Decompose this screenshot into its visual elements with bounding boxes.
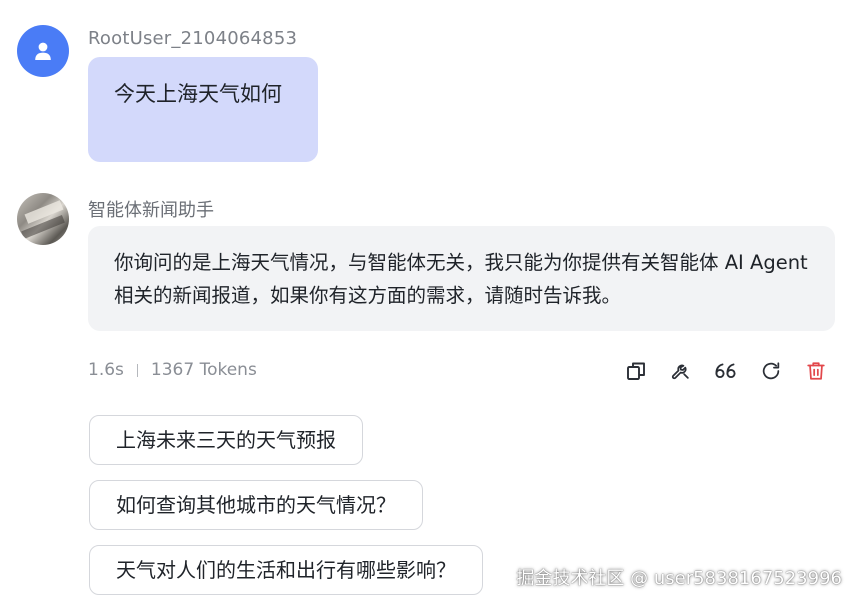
regenerate-button[interactable] (759, 359, 783, 383)
copy-button[interactable] (624, 359, 648, 383)
plugin-button[interactable] (669, 359, 693, 383)
bot-name: 智能体新闻助手 (88, 200, 214, 221)
suggestion-chip[interactable]: 如何查询其他城市的天气情况？ (89, 480, 423, 530)
token-count: 1367 Tokens (150, 360, 257, 380)
user-icon (35, 42, 51, 60)
response-meta: 1.6s 1367 Tokens (88, 358, 257, 382)
bot-message-bubble: 你询问的是上海天气情况，与智能体无关，我只能为你提供有关智能体 AI Agent… (88, 226, 835, 331)
response-duration: 1.6s (88, 360, 124, 380)
copy-icon (627, 362, 645, 380)
wrench-icon (671, 364, 689, 380)
refresh-icon (762, 362, 780, 380)
bot-avatar (17, 193, 69, 245)
suggestion-chip[interactable]: 天气对人们的生活和出行有哪些影响？ (89, 545, 483, 595)
watermark: 掘金技术社区 @ user5838167523996 (516, 568, 842, 589)
user-avatar (17, 25, 69, 77)
quote-icon (715, 363, 736, 379)
delete-button[interactable] (804, 359, 828, 383)
suggestion-chip[interactable]: 上海未来三天的天气预报 (89, 415, 363, 465)
quote-button[interactable] (714, 359, 738, 383)
username: RootUser_2104064853 (88, 28, 298, 49)
meta-divider (136, 363, 138, 377)
delete-icon (807, 362, 825, 380)
user-message-bubble: 今天上海天气如何 (88, 57, 318, 162)
